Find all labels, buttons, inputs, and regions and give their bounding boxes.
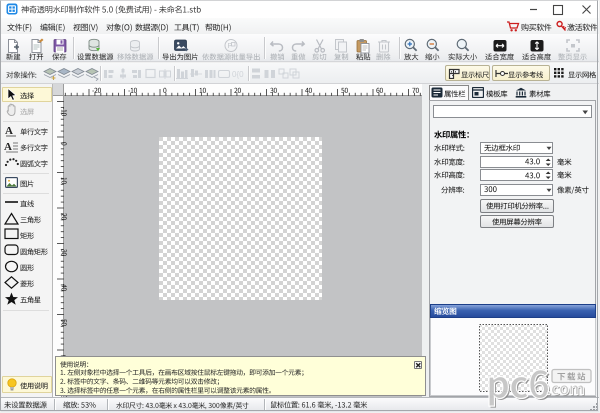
- svg-text:A: A: [5, 125, 13, 137]
- svg-text:0{0: 0{0: [232, 70, 244, 79]
- svg-text:A: A: [4, 141, 12, 153]
